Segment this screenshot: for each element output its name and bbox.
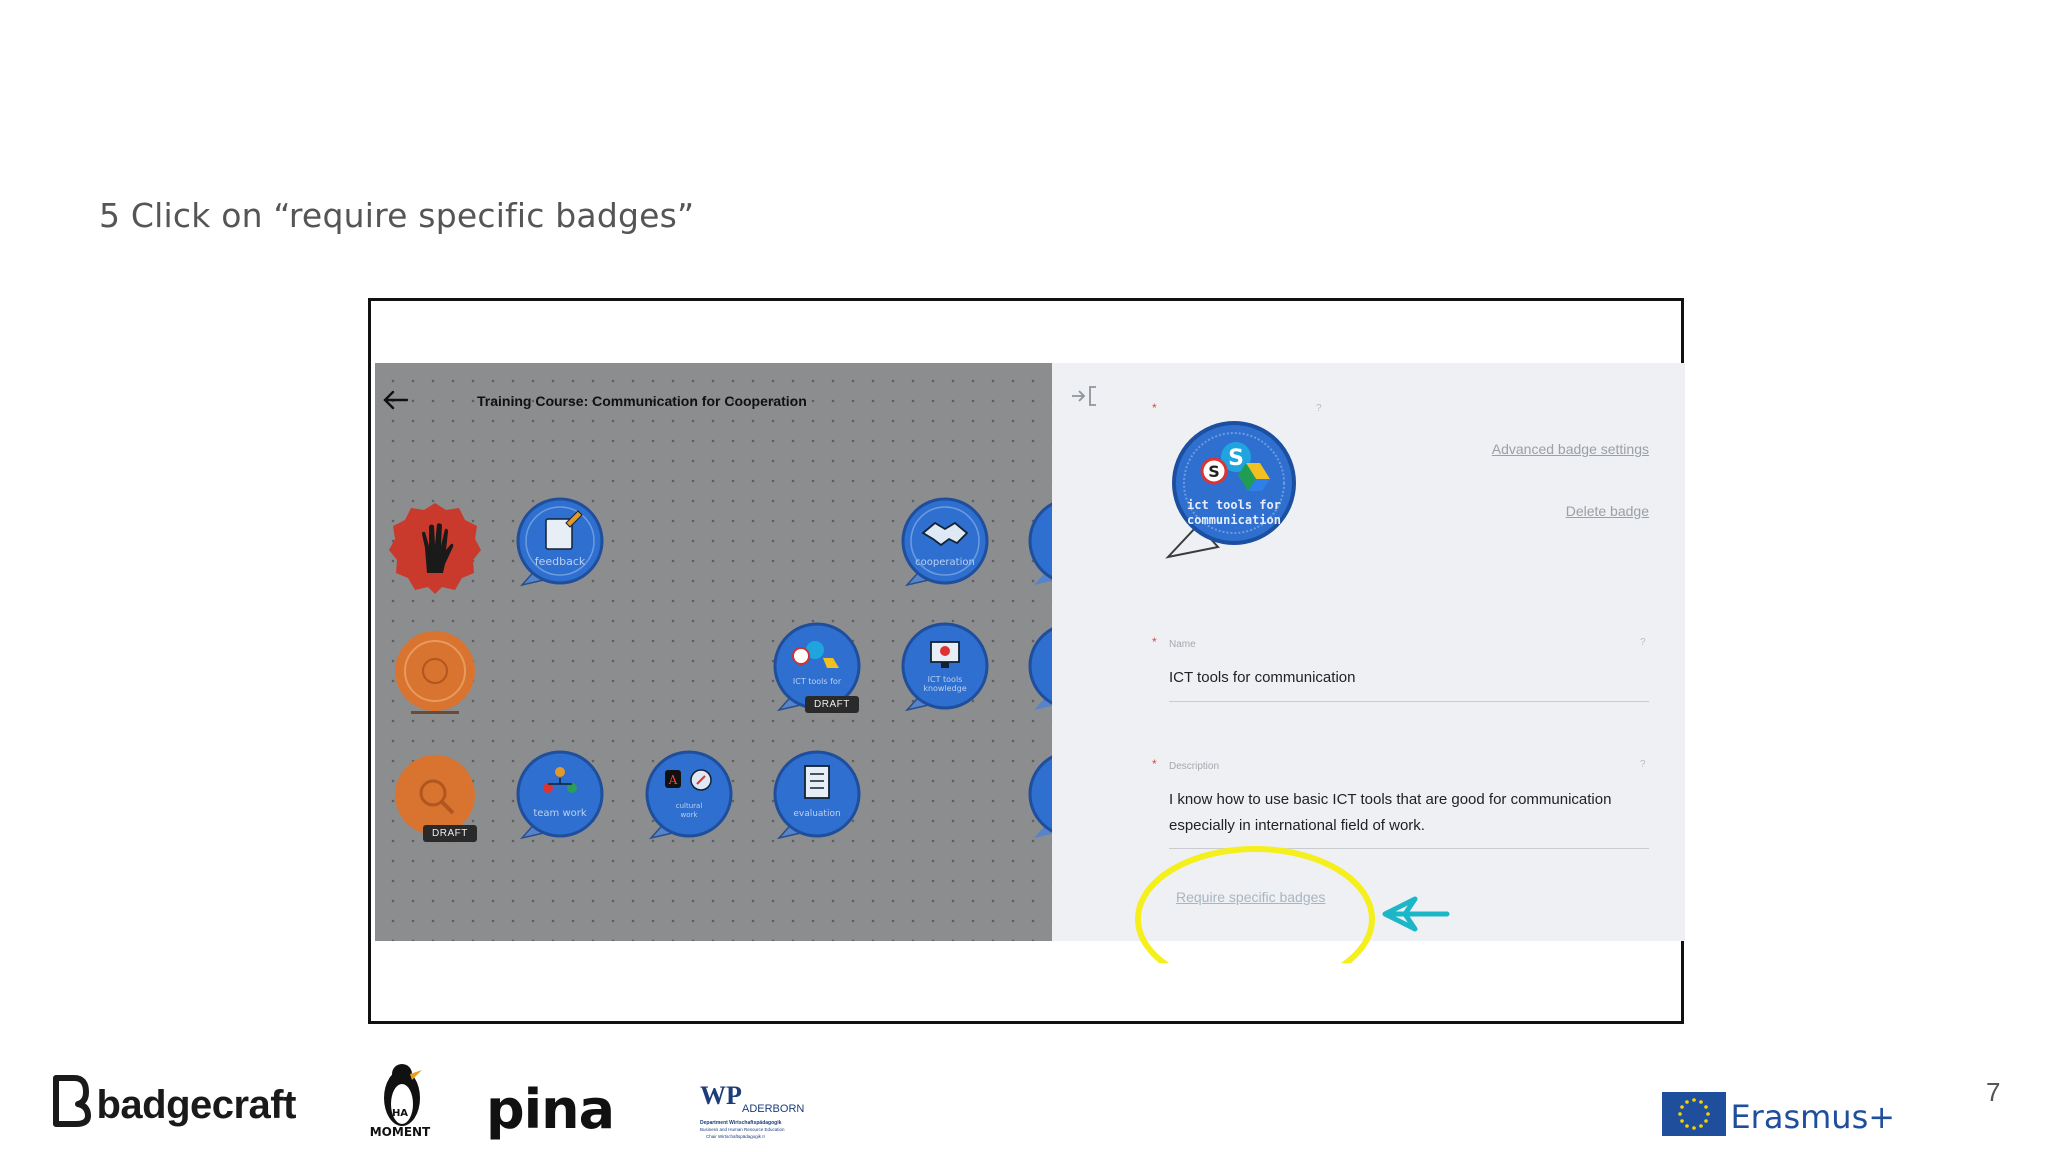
screenshot-frame: Training Course: Communication for Coope…: [368, 298, 1685, 1024]
badge-caption-line2: communication: [1187, 513, 1281, 527]
badge-partial-right-3[interactable]: [1020, 746, 1052, 846]
name-help-mark[interactable]: ?: [1640, 637, 1646, 648]
badgecraft-mark-icon: [53, 1075, 91, 1127]
wp-chair-text: Chair Wirtschaftspädagogik II: [706, 1134, 765, 1139]
erasmus-logo: Erasmus+: [1662, 1092, 1895, 1136]
svg-text:ICT tools for: ICT tools for: [793, 677, 842, 686]
wp-text: WP: [700, 1081, 742, 1110]
advanced-badge-settings-link[interactable]: Advanced badge settings: [1492, 441, 1649, 457]
svg-text:cultural: cultural: [676, 802, 703, 810]
badge-caption-line1: ict tools for: [1187, 498, 1281, 512]
page-number: 7: [1986, 1077, 2001, 1107]
svg-text:S: S: [1208, 462, 1220, 481]
ha-moment-logo: HA MOMENT: [366, 1060, 434, 1140]
badge-map-canvas: Training Course: Communication for Coope…: [375, 363, 1052, 941]
wp-business-text: Business and Human Resource Education: [700, 1127, 785, 1132]
image-help-mark[interactable]: ?: [1316, 403, 1322, 414]
pina-logo: pina: [486, 1078, 615, 1141]
back-arrow-icon[interactable]: [379, 383, 413, 417]
erasmus-wordmark: Erasmus+: [1730, 1098, 1896, 1136]
svg-text:S: S: [1228, 446, 1244, 471]
badge-image-ict-tools[interactable]: S S ict tools for communication: [1162, 413, 1302, 563]
name-required-mark: *: [1152, 635, 1157, 649]
image-required-mark: *: [1152, 401, 1157, 415]
badge-feedback[interactable]: feedback: [508, 493, 608, 593]
name-label: Name: [1169, 639, 1196, 650]
badge-cooperation[interactable]: cooperation: [893, 493, 993, 593]
badge-partial-right-2[interactable]: [1020, 618, 1052, 718]
ha-text: HA: [392, 1108, 408, 1119]
badge-cultural-work[interactable]: A cultural work: [637, 746, 737, 846]
svg-text:work: work: [681, 811, 699, 819]
svg-text:ICT tools: ICT tools: [928, 675, 963, 684]
badgecraft-logo: badgecraft: [52, 1072, 296, 1128]
checklist-icon: [804, 765, 830, 799]
description-field-line2[interactable]: especially in international field of wor…: [1169, 813, 1425, 839]
svg-text:team work: team work: [533, 808, 587, 819]
name-underline: [1169, 701, 1649, 702]
badge-team-work[interactable]: team work: [508, 746, 608, 846]
badge-ict-knowledge[interactable]: ICT tools knowledge: [893, 618, 993, 718]
name-field[interactable]: ICT tools for communication: [1169, 665, 1355, 691]
svg-text:evaluation: evaluation: [793, 809, 840, 819]
app-screen: Training Course: Communication for Coope…: [375, 363, 1685, 963]
badge-edit-panel: * ? S S ict tools for communication Adva…: [1052, 363, 1685, 941]
penguin-icon: HA MOMENT: [370, 1064, 431, 1139]
description-field-line1[interactable]: I know how to use basic ICT tools that a…: [1169, 787, 1611, 813]
eu-flag-icon: [1662, 1092, 1726, 1136]
svg-text:cooperation: cooperation: [915, 557, 975, 568]
pina-wordmark: pina: [486, 1078, 615, 1141]
draft-tag-2: DRAFT: [423, 825, 477, 842]
svg-text:knowledge: knowledge: [923, 684, 966, 693]
draft-tag-1: DRAFT: [805, 696, 859, 713]
description-required-mark: *: [1152, 757, 1157, 771]
wp-department-text: Department Wirtschaftspädagogik: [700, 1120, 782, 1126]
svg-text:A: A: [668, 773, 678, 787]
collapse-panel-icon[interactable]: [1070, 383, 1100, 409]
badge-evaluation[interactable]: evaluation: [765, 746, 865, 846]
description-underline: [1169, 848, 1649, 849]
moment-text: MOMENT: [370, 1125, 431, 1139]
delete-badge-link[interactable]: Delete badge: [1566, 503, 1649, 519]
course-title: Training Course: Communication for Coope…: [477, 393, 807, 409]
description-help-mark[interactable]: ?: [1640, 759, 1646, 770]
red-hand-badge[interactable]: [385, 498, 485, 598]
badgecraft-wordmark: badgecraft: [96, 1083, 296, 1127]
slide-title: 5 Click on “require specific badges”: [99, 196, 695, 235]
orange-badge-1[interactable]: [385, 623, 485, 723]
svg-text:feedback: feedback: [535, 555, 586, 568]
aderborn-text: ADERBORN: [742, 1103, 804, 1115]
description-label: Description: [1169, 761, 1220, 772]
badge-partial-right-1[interactable]: [1020, 493, 1052, 593]
require-specific-badges-link[interactable]: Require specific badges: [1176, 889, 1325, 905]
wp-paderborn-logo: WP ADERBORN Department Wirtschaftspädago…: [698, 1078, 808, 1144]
